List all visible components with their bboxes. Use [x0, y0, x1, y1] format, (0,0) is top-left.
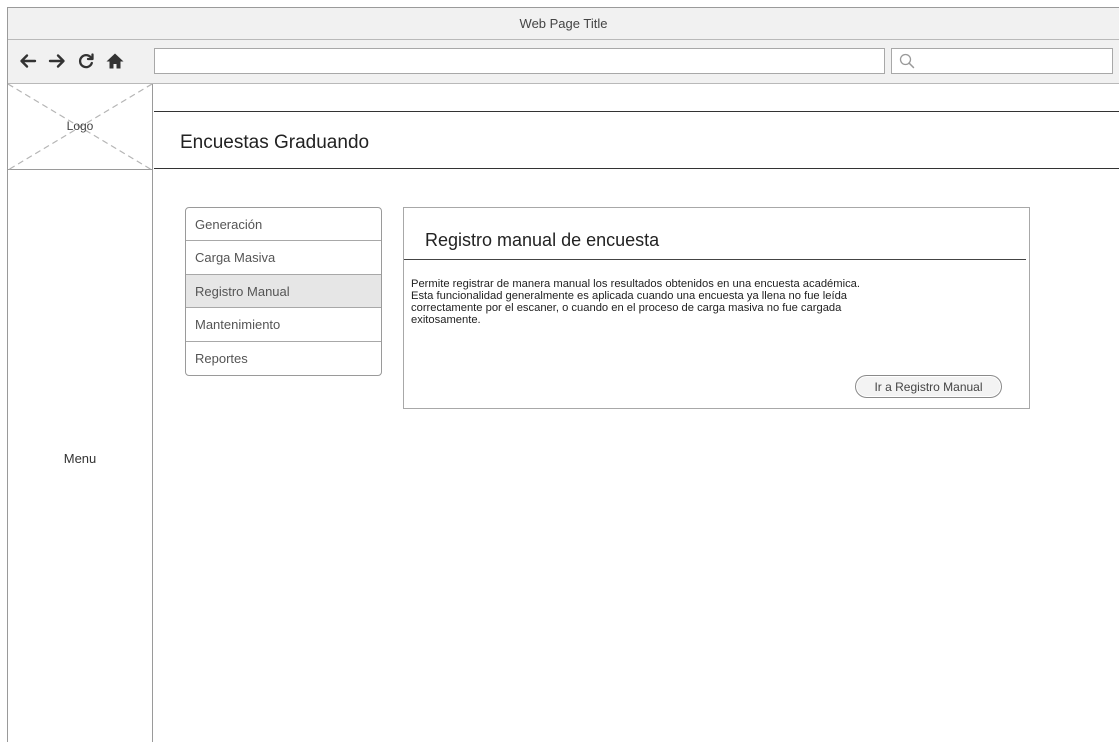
browser-nav-bar	[8, 40, 1119, 84]
left-column: Logo Menu	[8, 84, 153, 742]
logo-label: Logo	[66, 119, 94, 133]
window-title-bar: Web Page Title	[8, 8, 1119, 40]
nav-item-generacion[interactable]: Generación	[186, 208, 381, 242]
url-input[interactable]	[154, 48, 885, 74]
forward-icon[interactable]	[47, 50, 67, 72]
menu-label: Menu	[63, 451, 97, 466]
logo-placeholder: Logo	[8, 84, 152, 170]
card-description: Permite registrar de manera manual los r…	[411, 278, 991, 326]
section-nav: Generación Carga Masiva Registro Manual …	[185, 207, 382, 376]
search-input[interactable]	[891, 48, 1113, 74]
description-line: correctamente por el escaner, o cuando e…	[411, 302, 842, 314]
go-to-manual-registration-button[interactable]: Ir a Registro Manual	[855, 375, 1002, 398]
search-icon	[899, 53, 915, 69]
page-header: Encuestas Graduando	[154, 111, 1119, 169]
nav-item-registro-manual[interactable]: Registro Manual	[186, 274, 381, 309]
card-divider	[404, 259, 1026, 260]
nav-item-carga-masiva[interactable]: Carga Masiva	[186, 241, 381, 275]
description-line: exitosamente.	[411, 314, 481, 326]
home-icon[interactable]	[105, 50, 125, 72]
reload-icon[interactable]	[76, 50, 96, 72]
description-line: Esta funcionalidad generalmente es aplic…	[411, 290, 848, 302]
nav-item-reportes[interactable]: Reportes	[186, 342, 381, 375]
card-title: Registro manual de encuesta	[425, 230, 660, 250]
window-title: Web Page Title	[519, 16, 608, 31]
description-line: Permite registrar de manera manual los r…	[411, 278, 860, 290]
info-card: Registro manual de encuesta Permite regi…	[403, 207, 1030, 409]
back-icon[interactable]	[18, 50, 38, 72]
nav-buttons	[18, 50, 125, 72]
nav-item-mantenimiento[interactable]: Mantenimiento	[186, 308, 381, 342]
page-title: Encuestas Graduando	[180, 132, 370, 153]
